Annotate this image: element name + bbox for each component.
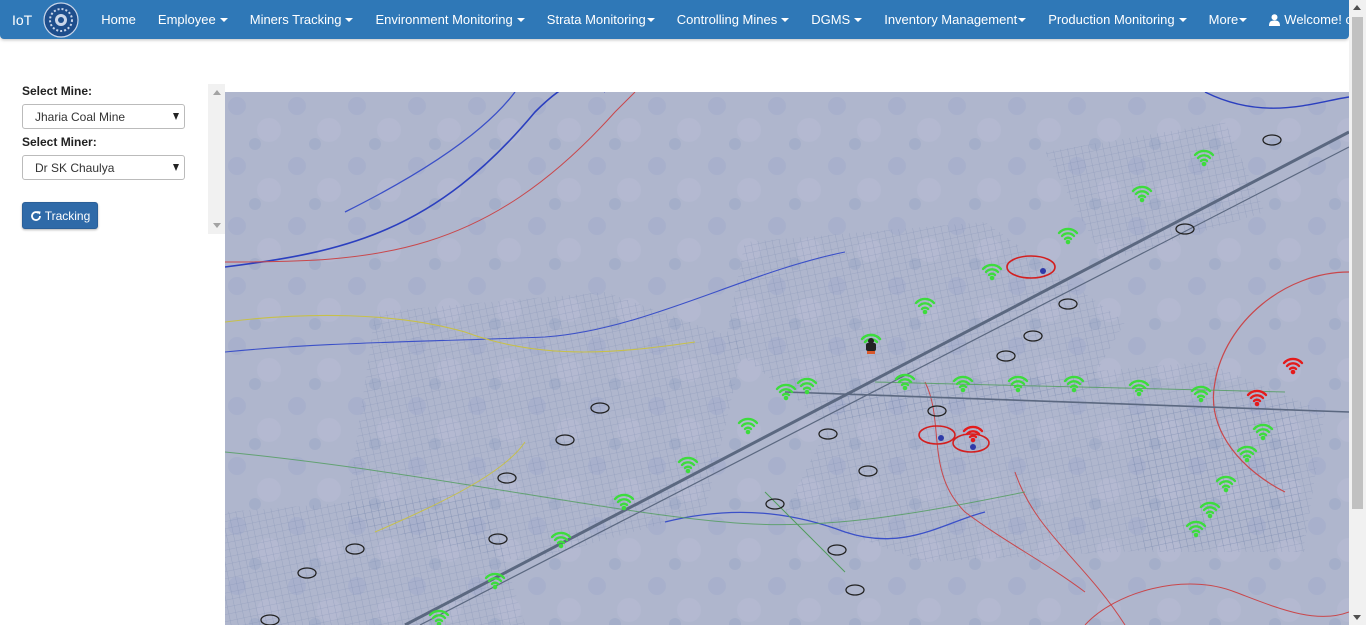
nav-controlling-label: Controlling Mines	[676, 12, 778, 27]
nav-more-label: More	[1208, 12, 1239, 27]
nav-employee[interactable]: Employee	[147, 0, 239, 39]
nav-home[interactable]: Home	[90, 0, 147, 39]
scroll-down-icon[interactable]	[213, 223, 221, 228]
nav-inventory-label: Inventory Management	[884, 12, 1018, 27]
dropdown-arrow-icon	[173, 164, 179, 171]
nav-employee-label: Employee	[157, 12, 216, 27]
page-scrollbar[interactable]	[1349, 0, 1366, 625]
logo-emblem-icon	[43, 1, 79, 38]
refresh-icon	[30, 210, 41, 221]
brand[interactable]: IoT	[0, 0, 80, 39]
select-mine-value: Jharia Coal Mine	[35, 109, 126, 124]
scroll-down-icon[interactable]	[1353, 615, 1361, 620]
select-miner-label: Select Miner:	[22, 135, 97, 149]
select-miner-value: Dr SK Chaulya	[35, 160, 115, 175]
caret-down-icon	[1018, 17, 1027, 22]
caret-down-icon	[646, 17, 655, 22]
nav-production-label: Production Monitoring	[1048, 12, 1175, 27]
nav-environment-label: Environment Monitoring	[375, 12, 513, 27]
scroll-up-icon[interactable]	[213, 90, 221, 95]
select-miner-dropdown[interactable]: Dr SK Chaulya	[22, 155, 185, 180]
caret-down-icon	[516, 17, 525, 22]
nav-inventory-management[interactable]: Inventory Management	[873, 0, 1037, 39]
nav-production-monitoring[interactable]: Production Monitoring	[1037, 0, 1197, 39]
nav-strata-monitoring[interactable]: Strata Monitoring	[536, 0, 666, 39]
user-icon	[1269, 13, 1281, 26]
selection-panel: Select Mine: Jharia Coal Mine Select Min…	[22, 84, 192, 229]
nav-strata-label: Strata Monitoring	[546, 12, 646, 27]
nav-dgms-label: DGMS	[811, 12, 851, 27]
scroll-thumb[interactable]	[1352, 17, 1363, 509]
caret-down-icon	[854, 17, 863, 22]
nav-dgms[interactable]: DGMS	[800, 0, 873, 39]
nav-controlling-mines[interactable]: Controlling Mines	[666, 0, 800, 39]
nav-miners-tracking-label: Miners Tracking	[249, 12, 342, 27]
caret-down-icon	[1178, 17, 1187, 22]
tracking-button[interactable]: Tracking	[22, 202, 98, 229]
top-navbar: IoT Home Employee Miners Tracking Enviro…	[0, 0, 1366, 39]
brand-text[interactable]: IoT	[12, 12, 32, 28]
caret-down-icon	[1239, 17, 1248, 22]
caret-down-icon	[345, 17, 354, 22]
dropdown-arrow-icon	[173, 113, 179, 120]
panel-scrollbar[interactable]	[208, 84, 225, 234]
nav-environment-monitoring[interactable]: Environment Monitoring	[364, 0, 535, 39]
nav-home-label: Home	[101, 12, 136, 27]
mine-map[interactable]	[225, 92, 1349, 625]
scroll-up-icon[interactable]	[1353, 5, 1361, 10]
nav-miners-tracking[interactable]: Miners Tracking	[239, 0, 365, 39]
caret-down-icon	[781, 17, 790, 22]
select-mine-dropdown[interactable]: Jharia Coal Mine	[22, 104, 185, 129]
mine-map-canvas	[225, 92, 1349, 625]
select-mine-label: Select Mine:	[22, 84, 93, 98]
caret-down-icon	[219, 17, 228, 22]
tracking-button-label: Tracking	[44, 208, 91, 223]
nav-more[interactable]: More	[1198, 0, 1259, 39]
